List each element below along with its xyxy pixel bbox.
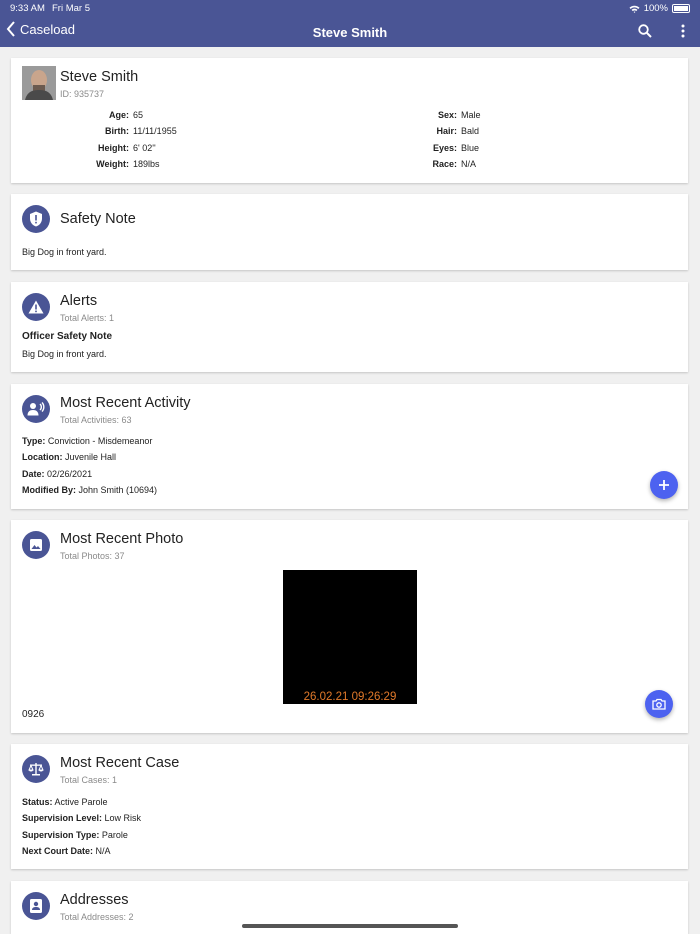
safety-note-title: Safety Note	[60, 211, 136, 227]
case-next-court-date: Next Court Date: N/A	[22, 846, 111, 856]
add-activity-button[interactable]	[650, 471, 678, 499]
status-date: Fri Mar 5	[52, 3, 90, 14]
search-icon[interactable]	[638, 24, 652, 38]
warning-icon	[22, 293, 50, 321]
top-bar: 9:33 AM Fri Mar 5 100% Caseload Steve Sm…	[0, 0, 700, 47]
detail-sex: Sex:	[437, 110, 457, 120]
photo-card[interactable]: Most Recent Photo Total Photos: 37 26.02…	[11, 520, 688, 733]
profile-card: Steve Smith ID: 935737 Age: 65 Birth: 11…	[11, 58, 688, 183]
activity-count: Total Activities: 63	[60, 415, 132, 425]
safety-note-text: Big Dog in front yard.	[22, 247, 107, 257]
avatar	[22, 66, 56, 100]
case-card[interactable]: Most Recent Case Total Cases: 1 Status: …	[11, 744, 688, 869]
alerts-card[interactable]: Alerts Total Alerts: 1 Officer Safety No…	[11, 282, 688, 372]
detail-race: Race:	[432, 159, 457, 169]
activity-card[interactable]: Most Recent Activity Total Activities: 6…	[11, 384, 688, 509]
profile-details: Age: 65 Birth: 11/11/1955 Height: 6' 02'…	[11, 110, 688, 170]
case-supervision-level: Supervision Level: Low Risk	[22, 813, 142, 823]
status-right: 100%	[629, 3, 690, 14]
alert-item-title: Officer Safety Note	[22, 331, 113, 342]
home-indicator[interactable]	[242, 924, 458, 928]
more-vert-icon[interactable]	[680, 24, 686, 38]
image-icon	[22, 531, 50, 559]
page-title: Steve Smith	[312, 25, 388, 40]
battery-percent: 100%	[643, 3, 668, 14]
case-count: Total Cases: 1	[60, 775, 118, 785]
photo-title: Most Recent Photo	[60, 531, 184, 547]
case-status: Status: Active Parole	[22, 797, 108, 807]
activity-person-icon	[22, 395, 50, 423]
contact-card-icon	[22, 892, 50, 920]
activity-location: Location: Juvenile Hall	[22, 452, 117, 462]
status-bar: 9:33 AM Fri Mar 5 100%	[0, 0, 700, 16]
shield-icon	[22, 205, 50, 233]
alert-item-text: Big Dog in front yard.	[22, 349, 107, 359]
activity-modified-by: Modified By: John Smith (10694)	[22, 485, 158, 495]
addresses-count: Total Addresses: 2	[60, 912, 134, 922]
activity-title: Most Recent Activity	[60, 395, 191, 411]
case-supervision-type: Supervision Type: Parole	[22, 830, 128, 840]
photo-count: Total Photos: 37	[60, 551, 125, 561]
case-title: Most Recent Case	[60, 755, 180, 771]
camera-icon	[652, 698, 666, 710]
scale-icon	[22, 755, 50, 783]
detail-eyes: Eyes:	[432, 143, 457, 153]
profile-id: ID: 935737	[60, 89, 105, 99]
photo-timestamp: 26.02.21 09:26:29	[303, 691, 397, 703]
wifi-icon	[629, 5, 640, 13]
alerts-count: Total Alerts: 1	[60, 313, 115, 323]
add-photo-button[interactable]	[645, 690, 673, 718]
detail-hair: Hair:	[436, 126, 457, 136]
nav-row: Caseload Steve Smith	[0, 18, 700, 46]
recent-photo[interactable]: 26.02.21 09:26:29	[283, 570, 417, 704]
status-time: 9:33 AM	[10, 3, 45, 14]
alerts-title: Alerts	[60, 293, 98, 309]
addresses-title: Addresses	[60, 892, 129, 908]
plus-icon	[659, 480, 669, 490]
profile-name: Steve Smith	[60, 69, 139, 85]
battery-icon	[672, 4, 690, 13]
photo-caption: 0926	[22, 709, 45, 720]
safety-note-card[interactable]: Safety Note Big Dog in front yard.	[11, 194, 688, 270]
profile-photo-image	[22, 66, 56, 100]
activity-type: Type: Conviction - Misdemeanor	[22, 436, 153, 446]
activity-date: Date: 02/26/2021	[22, 469, 93, 479]
